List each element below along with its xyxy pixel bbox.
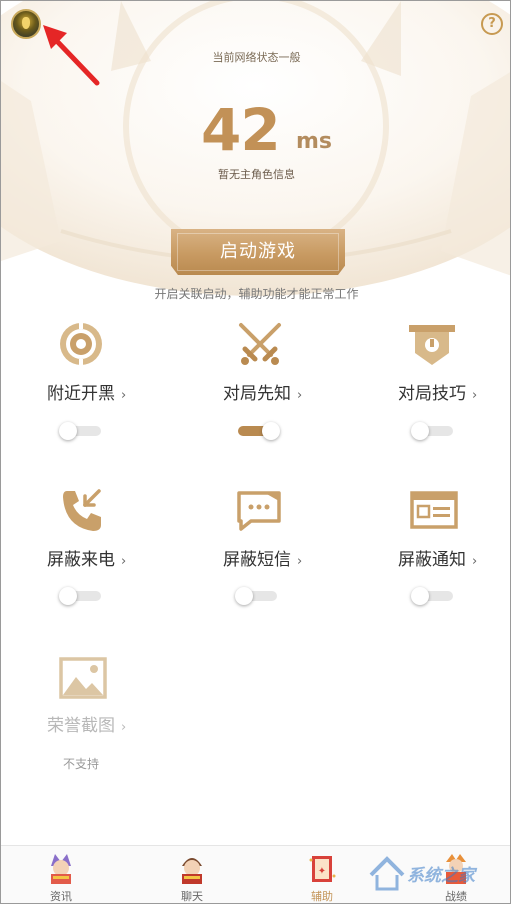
role-info-text: 暂无主角色信息 <box>218 168 295 181</box>
chevron-right-icon: › <box>297 554 303 569</box>
toggle-knob <box>59 587 77 605</box>
assist-card-icon: ✦ <box>309 856 336 882</box>
image-icon <box>59 657 107 699</box>
ping-value: 42 <box>201 96 281 164</box>
feature-label-text: 屏蔽短信 <box>223 550 291 570</box>
feature-label-text: 附近开黑 <box>47 384 115 404</box>
watermark-text: 系统之家 <box>407 866 475 886</box>
chevron-right-icon: › <box>121 388 127 403</box>
feature-label[interactable]: 屏蔽通知 › <box>398 545 477 570</box>
tab-label: 聊天 <box>181 890 203 903</box>
unsupported-note: 不支持 <box>63 757 100 771</box>
watermark-house-icon <box>369 856 405 891</box>
chevron-right-icon: › <box>297 388 303 403</box>
tab-chat[interactable]: 聊天 <box>147 846 237 903</box>
feature-label[interactable]: 屏蔽来电 › <box>47 545 126 570</box>
feature-match-insight: 对局先知 › <box>171 319 341 449</box>
feature-toggle[interactable] <box>236 422 280 440</box>
feature-block-sms: 屏蔽短信 › <box>171 485 341 615</box>
toggle-knob <box>235 587 253 605</box>
feature-toggle[interactable] <box>235 587 279 605</box>
tab-label: 辅助 <box>311 890 333 903</box>
help-icon[interactable]: ? <box>481 13 503 35</box>
news-hero-icon <box>51 854 71 884</box>
start-game-button[interactable]: 启动游戏 <box>171 229 345 275</box>
feature-label-text: 对局技巧 <box>398 384 466 404</box>
toggle-knob <box>411 587 429 605</box>
feature-label-text: 屏蔽通知 <box>398 550 466 570</box>
toggle-knob <box>59 422 77 440</box>
message-icon <box>237 491 281 531</box>
feature-nearby-team: 附近开黑 › <box>1 319 171 449</box>
avatar-hero-figure <box>22 17 30 29</box>
feature-block-calls: 屏蔽来电 › <box>1 485 171 615</box>
tab-news[interactable]: 资讯 <box>16 846 106 903</box>
user-avatar[interactable] <box>11 9 41 39</box>
target-icon <box>60 321 102 367</box>
toggle-knob <box>411 422 429 440</box>
start-hint-text: 开启关联启动，辅助功能才能正常工作 <box>154 287 359 301</box>
chat-hero-icon <box>182 858 202 884</box>
feature-toggle[interactable] <box>59 422 103 440</box>
feature-label-text: 荣誉截图 <box>47 716 115 736</box>
toggle-knob <box>262 422 280 440</box>
banner-icon <box>409 325 455 365</box>
feature-label[interactable]: 荣誉截图 › <box>47 711 126 736</box>
chevron-right-icon: › <box>121 554 127 569</box>
feature-label[interactable]: 附近开黑 › <box>47 379 126 404</box>
feature-label[interactable]: 屏蔽短信 › <box>223 545 302 570</box>
svg-text:✦: ✦ <box>318 866 326 877</box>
feature-label[interactable]: 对局先知 › <box>223 379 302 404</box>
tab-assist[interactable]: ✦ 辅助 <box>277 846 367 903</box>
network-status-text: 当前网络状态一般 <box>212 51 301 64</box>
phone-incoming-icon <box>63 489 101 531</box>
chevron-right-icon: › <box>472 554 478 569</box>
feature-label[interactable]: 对局技巧 › <box>398 379 477 404</box>
feature-toggle[interactable] <box>59 587 103 605</box>
feature-label-text: 屏蔽来电 <box>47 550 115 570</box>
chevron-right-icon: › <box>121 720 127 735</box>
feature-block-notifications: 屏蔽通知 › <box>341 485 510 615</box>
watermark: 系统之家 <box>367 853 507 893</box>
chevron-right-icon: › <box>472 388 478 403</box>
feature-toggle[interactable] <box>411 422 455 440</box>
feature-label-text: 对局先知 <box>223 384 291 404</box>
notification-card-icon <box>410 491 458 529</box>
feature-match-tips: 对局技巧 › <box>341 319 510 449</box>
feature-honor-screenshot: 荣誉截图 › 不支持 <box>1 651 171 781</box>
ping-unit: ms <box>296 129 333 154</box>
tab-label: 资讯 <box>50 890 72 903</box>
app-screen: ? 当前网络状态一般 42 ms 暂无主角色信息 启动游戏 开启关联启动，辅助功… <box>0 0 511 904</box>
crossed-swords-icon <box>239 323 281 365</box>
feature-toggle[interactable] <box>411 587 455 605</box>
